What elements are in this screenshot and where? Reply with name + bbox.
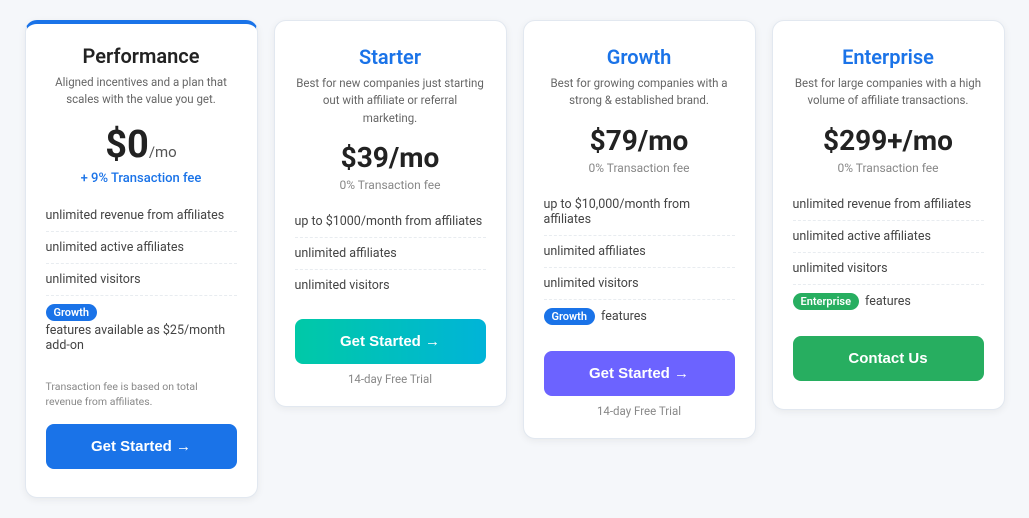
feature-item: Growth features [544, 300, 735, 333]
plan-name-starter: Starter [295, 45, 486, 69]
badge-growth: Growth [46, 304, 98, 321]
feature-item: up to $1000/month from affiliates [295, 206, 486, 238]
feature-item: unlimited affiliates [544, 236, 735, 268]
btn-starter[interactable]: Get Started → [295, 319, 486, 364]
plan-price-starter: $39/mo [295, 141, 486, 174]
feature-item: Enterprise features [793, 285, 984, 318]
features-list-growth: up to $10,000/month from affiliatesunlim… [544, 189, 735, 333]
plan-desc-starter: Best for new companies just starting out… [295, 75, 486, 127]
features-list-starter: up to $1000/month from affiliatesunlimit… [295, 206, 486, 301]
plan-name-growth: Growth [544, 45, 735, 69]
plan-name-enterprise: Enterprise [793, 45, 984, 69]
plan-card-starter: Starter Best for new companies just start… [274, 20, 507, 407]
trial-text: 14-day Free Trial [544, 404, 735, 418]
plans-container: Performance Aligned incentives and a plan… [25, 20, 1005, 498]
feature-item: unlimited visitors [544, 268, 735, 300]
feature-item: unlimited active affiliates [46, 232, 237, 264]
plan-desc-enterprise: Best for large companies with a high vol… [793, 75, 984, 110]
plan-fee-starter: 0% Transaction fee [295, 178, 486, 192]
plan-fee-enterprise: 0% Transaction fee [793, 161, 984, 175]
plan-card-enterprise: Enterprise Best for large companies with … [772, 20, 1005, 410]
feature-item: Growth features available as $25/month a… [46, 296, 237, 361]
plan-desc-growth: Best for growing companies with a strong… [544, 75, 735, 110]
badge-growth: Growth [544, 308, 596, 325]
badge-enterprise: Enterprise [793, 293, 860, 310]
feature-item: unlimited visitors [793, 253, 984, 285]
plan-price-performance: $0/mo [46, 123, 237, 167]
feature-item: unlimited active affiliates [793, 221, 984, 253]
plan-fee-growth: 0% Transaction fee [544, 161, 735, 175]
plan-card-performance: Performance Aligned incentives and a plan… [25, 20, 258, 498]
feature-item: unlimited revenue from affiliates [793, 189, 984, 221]
feature-item: unlimited affiliates [295, 238, 486, 270]
btn-enterprise[interactable]: Contact Us [793, 336, 984, 381]
feature-item: unlimited visitors [46, 264, 237, 296]
feature-item: unlimited revenue from affiliates [46, 200, 237, 232]
plan-fee-performance: + 9% Transaction fee [46, 171, 237, 186]
features-list-performance: unlimited revenue from affiliatesunlimit… [46, 200, 237, 361]
feature-item: unlimited visitors [295, 270, 486, 301]
plan-price-growth: $79/mo [544, 124, 735, 157]
plan-desc-performance: Aligned incentives and a plan that scale… [46, 74, 237, 109]
plan-footnote: Transaction fee is based on total revenu… [46, 379, 237, 411]
btn-growth[interactable]: Get Started → [544, 351, 735, 396]
plan-price-enterprise: $299+/mo [793, 124, 984, 157]
feature-item: up to $10,000/month from affiliates [544, 189, 735, 236]
plan-name-performance: Performance [46, 44, 237, 68]
features-list-enterprise: unlimited revenue from affiliatesunlimit… [793, 189, 984, 318]
plan-card-growth: Growth Best for growing companies with a … [523, 20, 756, 439]
btn-performance[interactable]: Get Started → [46, 424, 237, 469]
trial-text: 14-day Free Trial [295, 372, 486, 386]
